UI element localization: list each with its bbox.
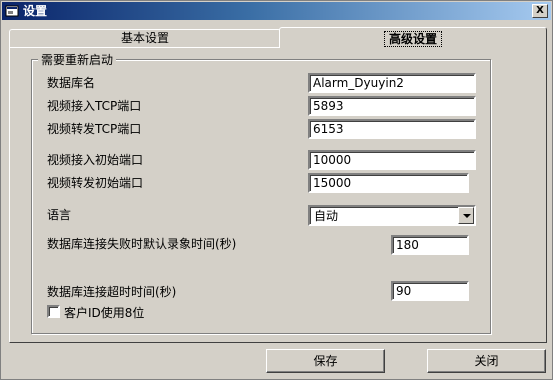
tab-advanced-settings[interactable]: 高级设置 — [279, 27, 547, 48]
video-fwd-tcp-field[interactable]: 6153 — [308, 119, 476, 139]
video-in-start-label: 视频接入初始端口 — [47, 153, 144, 167]
client-id-8bit-label: 客户ID使用8位 — [64, 306, 145, 320]
db-timeout-value: 90 — [396, 284, 412, 298]
video-fwd-start-value: 15000 — [313, 176, 352, 190]
tab-basic-settings[interactable]: 基本设置 — [9, 29, 281, 47]
language-select[interactable]: 自动 — [308, 205, 476, 226]
video-fwd-start-label: 视频转发初始端口 — [47, 176, 144, 190]
close-button[interactable]: 关闭 — [427, 349, 546, 373]
title-bar[interactable]: 设置 X — [2, 2, 551, 20]
video-fwd-start-field[interactable]: 15000 — [308, 173, 469, 193]
window-title: 设置 — [23, 4, 48, 18]
db-name-value: Alarm_Dyuyin2 — [313, 76, 404, 90]
db-name-field[interactable]: Alarm_Dyuyin2 — [308, 73, 476, 93]
video-in-tcp-value: 5893 — [313, 99, 344, 113]
language-value: 自动 — [314, 209, 339, 223]
chevron-down-icon[interactable] — [458, 207, 474, 224]
save-button[interactable]: 保存 — [266, 349, 385, 373]
video-fwd-tcp-label: 视频转发TCP端口 — [47, 122, 142, 136]
close-window-button[interactable]: X — [532, 4, 548, 18]
db-fail-record-label: 数据库连接失败时默认录象时间(秒) — [47, 237, 237, 251]
db-timeout-label: 数据库连接超时时间(秒) — [47, 285, 177, 299]
video-in-start-value: 10000 — [313, 153, 352, 167]
db-fail-record-value: 180 — [396, 238, 419, 252]
db-timeout-field[interactable]: 90 — [391, 281, 469, 301]
app-icon — [5, 5, 19, 17]
video-in-start-field[interactable]: 10000 — [308, 150, 476, 170]
db-name-label: 数据库名 — [47, 76, 96, 90]
tab-advanced-label: 高级设置 — [383, 31, 442, 47]
video-fwd-tcp-value: 6153 — [313, 122, 344, 136]
db-fail-record-field[interactable]: 180 — [391, 235, 469, 255]
language-label: 语言 — [47, 208, 72, 222]
video-in-tcp-label: 视频接入TCP端口 — [47, 99, 142, 113]
video-in-tcp-field[interactable]: 5893 — [308, 96, 476, 116]
client-id-8bit-checkbox[interactable] — [47, 305, 60, 318]
group-title: 需要重新启动 — [38, 51, 117, 68]
